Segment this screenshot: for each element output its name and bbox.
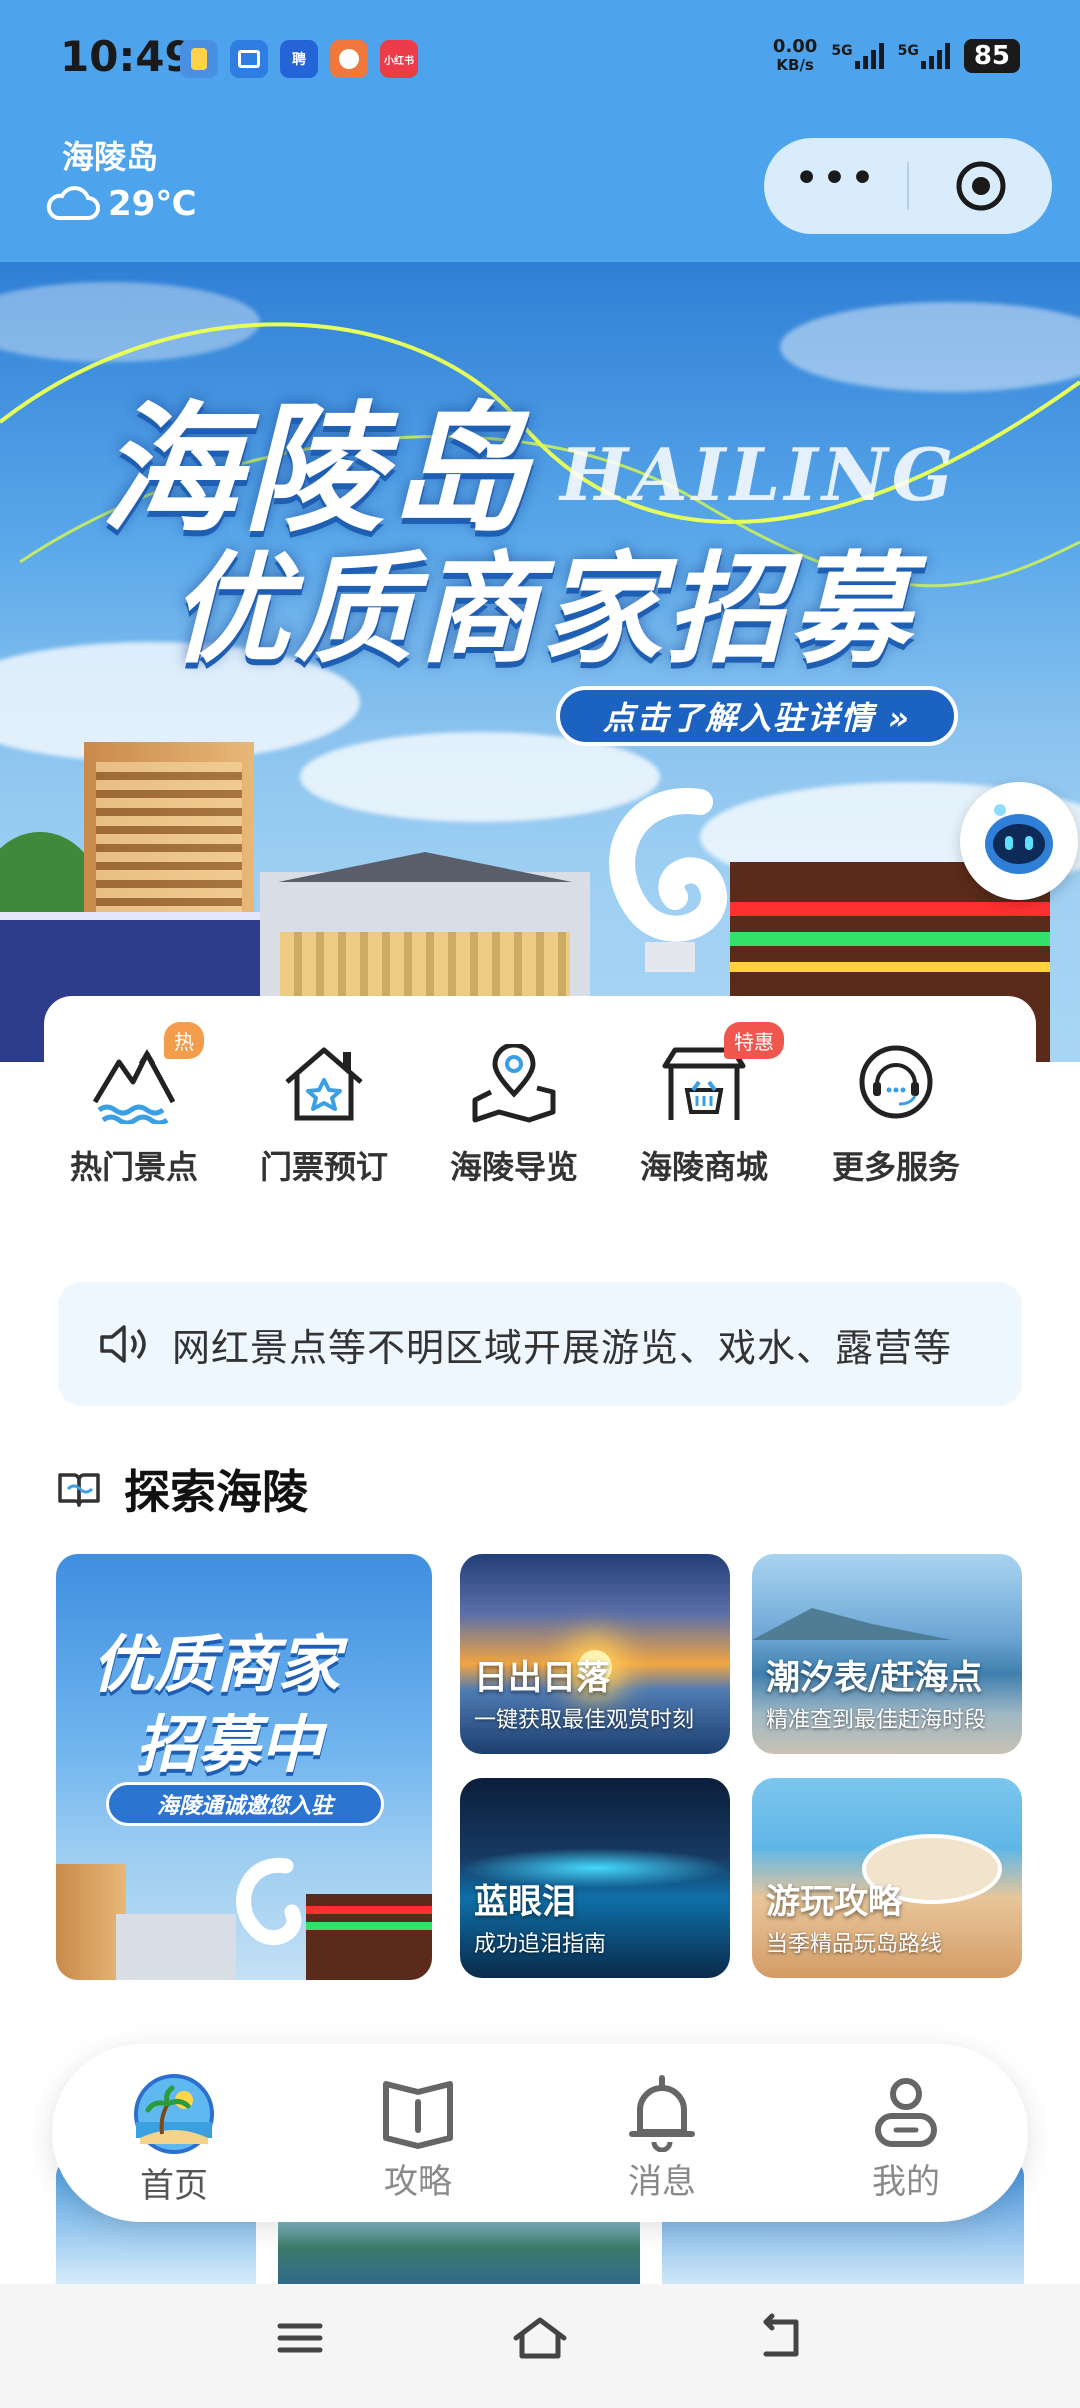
back-icon	[763, 2313, 799, 2357]
location-name[interactable]: 海陵岛	[62, 132, 158, 178]
ai-assistant-button[interactable]	[960, 782, 1078, 900]
tab-home[interactable]: 首页	[94, 2072, 254, 2207]
service-label: 热门景点	[69, 1148, 198, 1186]
tab-label: 我的	[872, 2162, 940, 2202]
quick-services-card: 热 热门景点 门票预订 海陵导览 特惠 海陵商城 更多服务	[44, 996, 1036, 1236]
miniprogram-capsule: •••	[764, 138, 1052, 234]
service-label: 海陵商城	[639, 1148, 768, 1186]
status-app-icons: 聘 小红书	[180, 40, 418, 78]
tab-profile[interactable]: 我的	[826, 2072, 986, 2203]
tile-subtitle: 当季精品玩岛路线	[766, 1932, 943, 1957]
speaker-icon	[100, 1325, 146, 1363]
cloud-icon	[46, 186, 100, 220]
hot-badge: 热	[164, 1022, 204, 1059]
bell-icon	[629, 2075, 695, 2152]
signal-5g-1: 5G	[831, 43, 884, 69]
nav-home-button[interactable]	[510, 2312, 570, 2368]
notice-text: 网红景点等不明区域开展游览、戏水、露营等	[172, 1325, 953, 1370]
signal1-label: 5G	[831, 43, 853, 59]
service-island-guide[interactable]: 海陵导览	[424, 1044, 604, 1188]
tab-label: 消息	[628, 2162, 696, 2202]
banner-title-en: HAILING	[560, 432, 958, 517]
user-icon	[875, 2078, 937, 2147]
tile-subtitle: 成功追泪指南	[474, 1932, 607, 1957]
app-icon-5: 小红书	[380, 40, 418, 78]
tile-title: 潮汐表/赶海点	[766, 1658, 983, 1698]
service-label: 海陵导览	[449, 1148, 578, 1186]
more-dots-icon: •••	[793, 153, 878, 204]
home-icon	[513, 2317, 567, 2359]
signal-bars-icon	[854, 43, 884, 69]
status-indicators: 0.00 KB/s 5G 5G 85	[773, 38, 1020, 74]
battery-indicator: 85	[963, 39, 1020, 73]
more-button[interactable]: •••	[764, 138, 907, 234]
banner-cta-button[interactable]: 点击了解入驻详情 »	[556, 686, 958, 746]
tile-subtitle: 一键获取最佳观赏时刻	[474, 1708, 695, 1733]
map-pin-icon	[472, 1044, 556, 1123]
feature-pill: 海陵通诚邀您入驻	[106, 1782, 384, 1826]
tab-label: 攻略	[384, 2162, 452, 2202]
service-island-mall[interactable]: 特惠 海陵商城	[614, 1022, 794, 1188]
tile-subtitle: 精准查到最佳赶海时段	[766, 1708, 987, 1733]
sale-badge: 特惠	[724, 1022, 784, 1059]
app-icon-1	[180, 40, 218, 78]
tab-messages[interactable]: 消息	[582, 2072, 742, 2203]
home-star-icon	[285, 1047, 363, 1121]
headset-icon	[859, 1045, 933, 1119]
explore-title: 探索海陵	[124, 1465, 308, 1519]
tab-guide[interactable]: 攻略	[338, 2072, 498, 2203]
mountain-shape	[752, 1608, 952, 1640]
temperature: 29℃	[108, 184, 197, 224]
nav-menu-button[interactable]	[274, 2312, 326, 2368]
book-icon	[58, 1473, 100, 1507]
banner-title-2: 优质商家招募	[170, 541, 914, 680]
explore-section-title: 探索海陵	[56, 1456, 308, 1522]
signal-5g-2: 5G	[898, 43, 950, 69]
target-close-icon	[956, 161, 1005, 211]
app-icon-4	[330, 40, 368, 78]
tile-title: 日出日落	[474, 1658, 610, 1698]
signal-bars-icon	[920, 43, 950, 69]
tab-label: 首页	[140, 2166, 208, 2206]
signal2-label: 5G	[897, 43, 919, 59]
close-button[interactable]	[909, 138, 1052, 234]
net-speed-value: 0.00	[772, 36, 818, 57]
bottom-tab-bar: 首页 攻略 消息 我的	[52, 2044, 1028, 2222]
robot-icon	[985, 804, 1053, 874]
tile-sunrise-sunset[interactable]: 日出日落 一键获取最佳观赏时刻	[460, 1554, 730, 1754]
sculpture-icon	[236, 1858, 302, 1946]
island-home-icon	[134, 2074, 214, 2154]
sculpture-icon	[609, 788, 727, 972]
service-ticket-booking[interactable]: 门票预订	[234, 1044, 414, 1188]
app-icon-2	[230, 40, 268, 78]
feature-line1: 优质商家	[92, 1628, 341, 1701]
status-time: 10:49	[60, 32, 194, 81]
tile-blue-tears[interactable]: 蓝眼泪 成功追泪指南	[460, 1778, 730, 1978]
net-speed-unit: KB/s	[776, 56, 814, 74]
feature-line2: 招募中	[136, 1708, 323, 1781]
service-more[interactable]: 更多服务	[806, 1044, 986, 1188]
tile-title: 蓝眼泪	[474, 1882, 576, 1922]
service-label: 更多服务	[831, 1148, 960, 1186]
service-label: 门票预订	[259, 1148, 388, 1186]
nav-back-button[interactable]	[752, 2312, 808, 2368]
app-header: 10:49 聘 小红书 0.00 KB/s 5G 5G 85 海陵岛 29℃ •…	[0, 0, 1080, 262]
net-speed: 0.00 KB/s	[772, 36, 818, 75]
notice-bar[interactable]: 网红景点等不明区域开展游览、戏水、露营等	[58, 1282, 1022, 1406]
tile-travel-guide[interactable]: 游玩攻略 当季精品玩岛路线	[752, 1778, 1022, 1978]
app-icon-3: 聘	[280, 40, 318, 78]
promo-banner[interactable]: 海陵岛 HAILING 优质商家招募 点击了解入驻详情 »	[0, 262, 1080, 1062]
book-open-icon	[383, 2081, 453, 2149]
feature-tile-merchant-recruit[interactable]: 优质商家 招募中 海陵通诚邀您入驻	[56, 1554, 432, 1980]
weather-widget[interactable]: 29℃	[44, 184, 197, 224]
tile-title: 游玩攻略	[766, 1882, 902, 1922]
tile-tide-table[interactable]: 潮汐表/赶海点 精准查到最佳赶海时段	[752, 1554, 1022, 1754]
service-hot-spots[interactable]: 热 热门景点	[44, 1022, 224, 1188]
menu-icon	[277, 2323, 323, 2353]
feature-buildings	[56, 1854, 432, 1980]
wave-sculpture	[590, 782, 740, 972]
system-nav-bar	[0, 2284, 1080, 2408]
